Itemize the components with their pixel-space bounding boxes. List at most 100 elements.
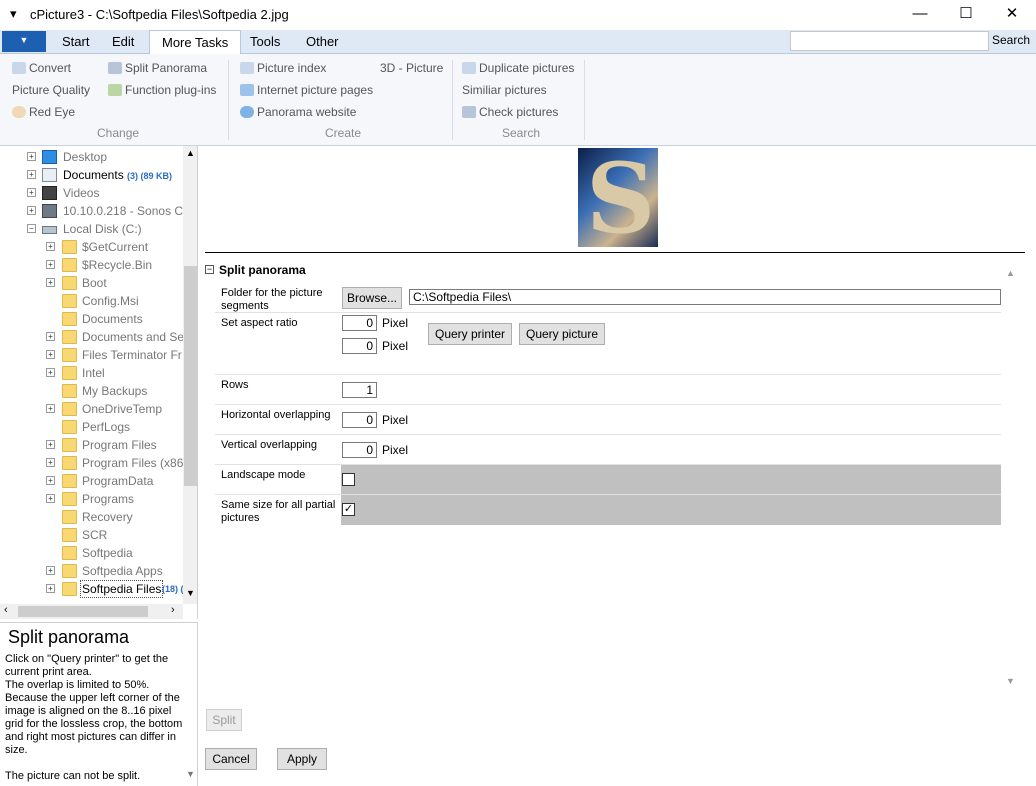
- folder-icon: [62, 438, 77, 452]
- check-pictures-button[interactable]: Check pictures: [462, 102, 558, 122]
- duplicate-pictures-button[interactable]: Duplicate pictures: [462, 58, 574, 78]
- expand-icon[interactable]: +: [27, 170, 36, 179]
- tree-item-label: Boot: [82, 276, 107, 290]
- split-button[interactable]: Split: [206, 709, 242, 731]
- 3d-picture-button[interactable]: 3D - Picture: [380, 58, 443, 78]
- search-input[interactable]: [790, 31, 989, 51]
- tree-item-label: Local Disk (C:): [63, 222, 142, 236]
- tree-item-label: My Backups: [82, 384, 148, 398]
- aspect-height-input[interactable]: 0: [342, 338, 377, 354]
- expand-icon[interactable]: +: [46, 368, 55, 377]
- scroll-down-icon[interactable]: ▼: [186, 769, 195, 779]
- panel-scroll-up-icon[interactable]: ▲: [1006, 268, 1015, 278]
- internet-picture-pages-button[interactable]: Internet picture pages: [240, 80, 373, 100]
- expand-icon[interactable]: +: [46, 404, 55, 413]
- scroll-left-icon[interactable]: ‹: [4, 604, 8, 616]
- folder-icon: [62, 384, 77, 398]
- expand-icon[interactable]: +: [46, 458, 55, 467]
- maximize-button[interactable]: ☐: [943, 0, 989, 30]
- v-overlap-input[interactable]: 0: [342, 442, 377, 458]
- tree-scroll-thumb[interactable]: [184, 266, 197, 486]
- search-button[interactable]: Search: [992, 33, 1030, 47]
- expand-icon[interactable]: +: [46, 260, 55, 269]
- rows-input[interactable]: 1: [342, 382, 377, 398]
- aspect-width-input[interactable]: 0: [342, 315, 377, 331]
- expand-icon[interactable]: +: [27, 206, 36, 215]
- expand-icon[interactable]: +: [46, 584, 55, 593]
- collapse-icon[interactable]: −: [205, 265, 214, 274]
- scroll-down-icon[interactable]: ▼: [186, 588, 195, 598]
- tab-more-tasks[interactable]: More Tasks: [149, 30, 242, 55]
- query-picture-button[interactable]: Query picture: [519, 323, 605, 345]
- expand-icon[interactable]: +: [46, 566, 55, 575]
- function-plugins-button[interactable]: Function plug-ins: [108, 80, 216, 100]
- red-eye-button[interactable]: Red Eye: [12, 102, 75, 122]
- ribbon-tabs: ▼ Start Edit More Tasks Tools Other Sear…: [0, 30, 1036, 55]
- tree-item-label: Documents and Se: [82, 330, 185, 344]
- ribbon-separator: [452, 60, 453, 140]
- function-plugins-label: Function plug-ins: [125, 83, 217, 97]
- folder-icon: [62, 402, 77, 416]
- system-menu-icon[interactable]: ▾: [10, 6, 17, 22]
- expand-icon[interactable]: +: [46, 332, 55, 341]
- same-size-label: Same size for all partial pictures: [221, 499, 336, 524]
- pixel-unit: Pixel: [382, 339, 409, 353]
- title-bar: ▾ cPicture3 - C:\Softpedia Files\Softped…: [0, 0, 1036, 30]
- tree-item-label: SCR: [82, 528, 108, 542]
- tree-item-label: ProgramData: [82, 474, 154, 488]
- panorama-website-button[interactable]: Panorama website: [240, 102, 356, 122]
- similar-pictures-button[interactable]: Similiar pictures: [462, 80, 547, 100]
- row-landscape: Landscape mode: [215, 465, 1001, 495]
- tree-item-label: Intel: [82, 366, 105, 380]
- help-text: Click on "Query printer" to get the curr…: [5, 653, 183, 782]
- scroll-right-icon[interactable]: ›: [171, 604, 175, 616]
- check-pictures-label: Check pictures: [479, 105, 559, 119]
- expand-icon[interactable]: +: [46, 494, 55, 503]
- expand-icon[interactable]: +: [46, 440, 55, 449]
- folder-label: Folder for the picture segments: [221, 287, 323, 312]
- tab-edit[interactable]: Edit: [100, 30, 146, 54]
- h-overlap-input[interactable]: 0: [342, 412, 377, 428]
- tree-item-label: Program Files: [82, 438, 157, 452]
- browse-button[interactable]: Browse...: [342, 287, 402, 309]
- tree-item-label: Programs: [82, 492, 135, 506]
- expand-icon[interactable]: +: [46, 350, 55, 359]
- collapse-icon[interactable]: −: [27, 224, 36, 233]
- landscape-checkbox[interactable]: [342, 473, 355, 486]
- expand-icon[interactable]: +: [27, 152, 36, 161]
- close-button[interactable]: ✕: [989, 0, 1035, 30]
- expand-icon[interactable]: +: [46, 476, 55, 485]
- folder-path-input[interactable]: C:\Softpedia Files\: [409, 289, 1001, 305]
- tree-item-label: Videos: [63, 186, 100, 200]
- convert-button[interactable]: Convert: [12, 58, 71, 78]
- folder-icon: [62, 528, 77, 542]
- query-printer-button[interactable]: Query printer: [428, 323, 512, 345]
- expand-icon[interactable]: +: [46, 278, 55, 287]
- scroll-up-icon[interactable]: ▲: [186, 148, 195, 158]
- tree-hscroll-thumb[interactable]: [18, 606, 148, 617]
- folder-icon: [62, 474, 77, 488]
- convert-label: Convert: [29, 61, 72, 75]
- globe-icon: [240, 106, 254, 118]
- tab-other[interactable]: Other: [294, 30, 351, 54]
- red-eye-label: Red Eye: [29, 105, 76, 119]
- cancel-button[interactable]: Cancel: [205, 748, 257, 770]
- same-size-value-cell: ✓: [341, 495, 1001, 525]
- tab-start[interactable]: Start: [50, 30, 101, 54]
- expand-icon[interactable]: +: [27, 188, 36, 197]
- expand-icon[interactable]: +: [46, 242, 55, 251]
- app-menu-button[interactable]: ▼: [2, 31, 46, 52]
- split-panorama-button[interactable]: Split Panorama: [108, 58, 207, 78]
- split-panorama-label: Split Panorama: [125, 61, 208, 75]
- picture-quality-button[interactable]: Picture Quality: [12, 80, 90, 100]
- picture-preview: S: [578, 148, 658, 247]
- same-size-checkbox[interactable]: ✓: [342, 503, 355, 516]
- tree-item-label: Softpedia Files: [80, 580, 164, 598]
- pixel-unit: Pixel: [382, 443, 409, 457]
- minimize-button[interactable]: —: [897, 0, 943, 30]
- picture-index-button[interactable]: Picture index: [240, 58, 326, 78]
- internet-icon: [240, 84, 254, 96]
- panel-scroll-down-icon[interactable]: ▼: [1006, 676, 1015, 686]
- apply-button[interactable]: Apply: [277, 748, 327, 770]
- tab-tools[interactable]: Tools: [238, 30, 292, 54]
